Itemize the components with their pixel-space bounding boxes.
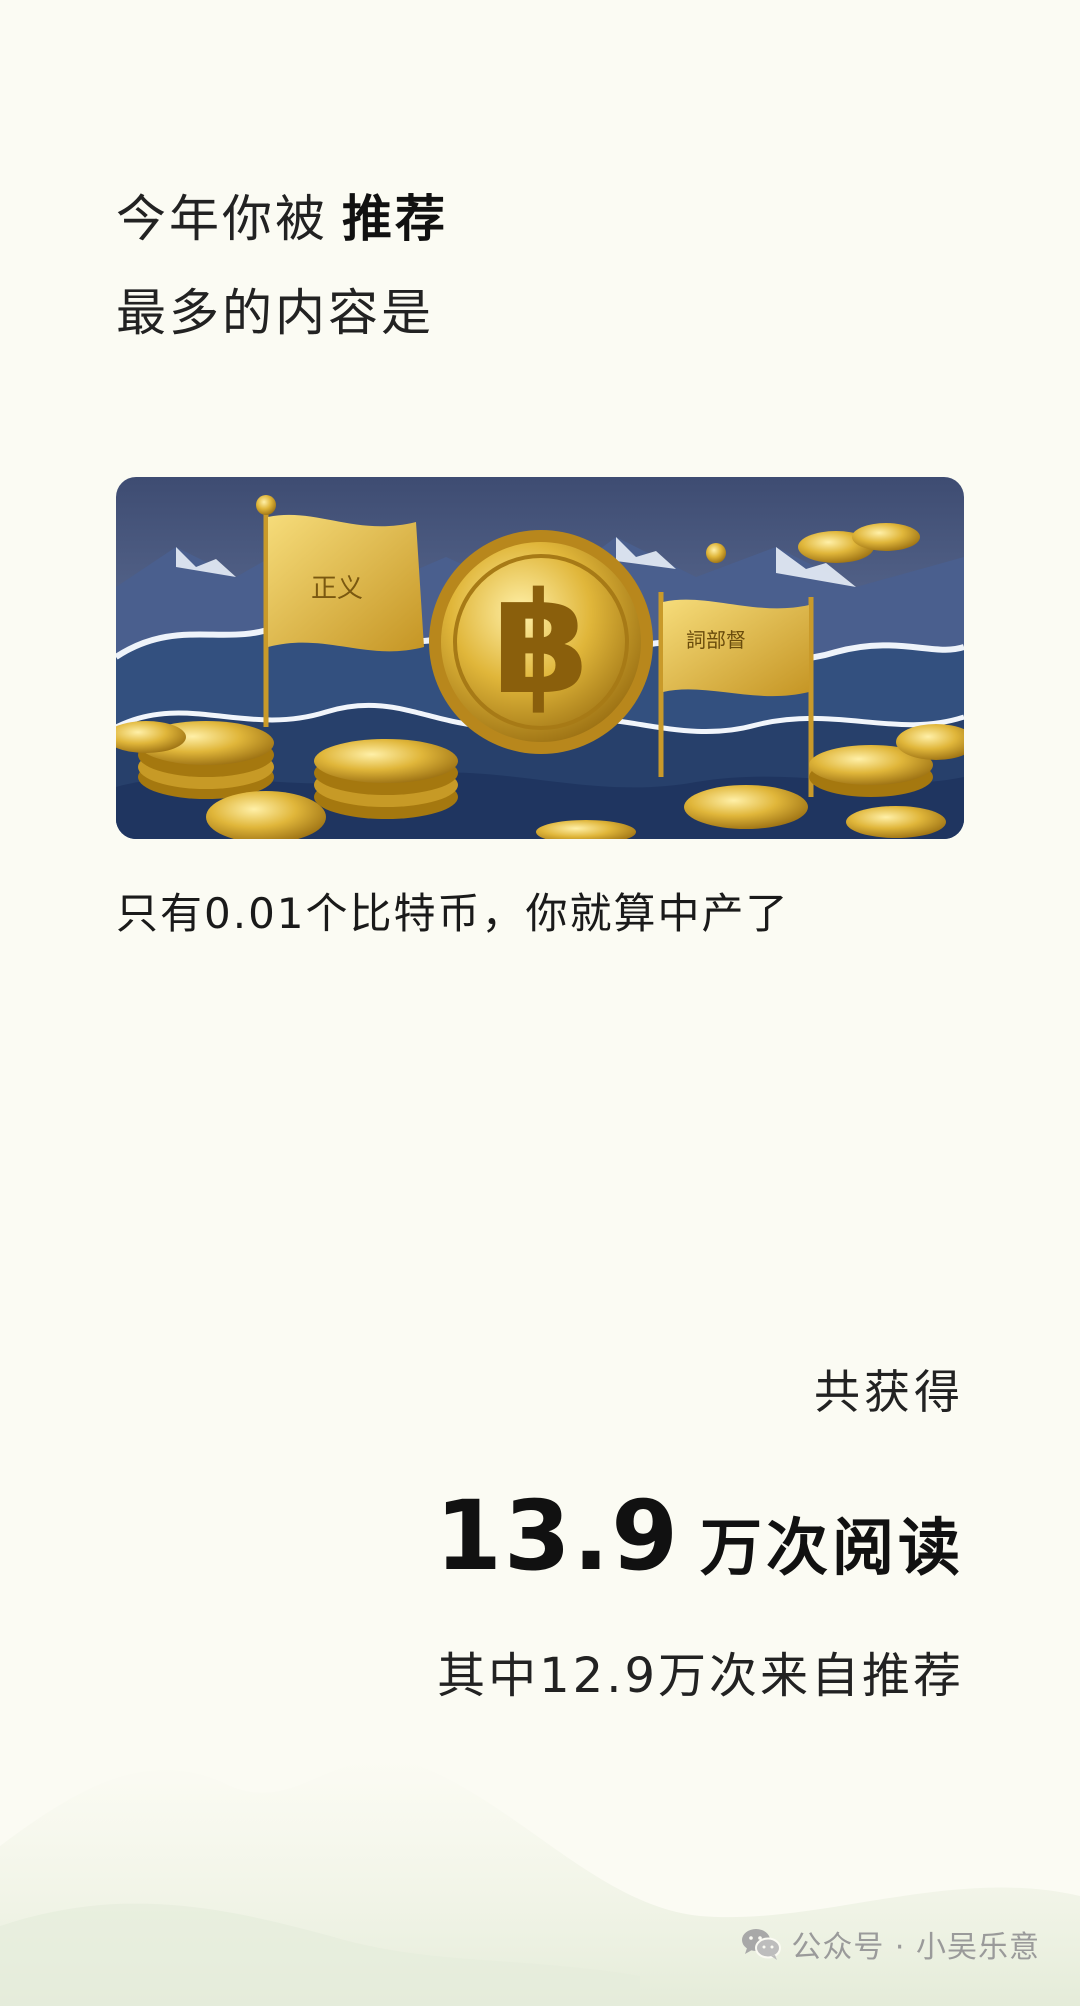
svg-text:正义: 正义 xyxy=(311,574,363,604)
svg-text:詞部督: 詞部督 xyxy=(686,628,746,652)
recommended-reads-text: 其中12.9万次来自推荐 xyxy=(437,1648,964,1704)
watermark-text: 公众号 · 小吴乐意 xyxy=(791,1930,1040,1965)
svg-text:฿: ฿ xyxy=(492,563,589,726)
article-title[interactable]: 只有0.01个比特币，你就算中产了 xyxy=(116,880,790,941)
stats-panel: 共获得 13.9 万次阅读 其中12.9万次来自推荐 xyxy=(435,1356,964,1706)
article-cover-image[interactable]: 正义 詞部督 ฿ xyxy=(116,477,964,839)
headline-emphasis: 推荐 xyxy=(342,190,448,248)
reads-unit: 万次阅读 xyxy=(699,1511,964,1584)
headline: 今年你被 推荐 最多的内容是 xyxy=(116,172,448,360)
stats-label: 共获得 xyxy=(814,1365,964,1419)
stats-reads: 13.9 万次阅读 xyxy=(435,1480,964,1592)
watermark: 公众号 · 小吴乐意 xyxy=(741,1922,1040,1966)
headline-prefix: 今年你被 xyxy=(116,190,328,248)
wechat-icon xyxy=(742,1929,782,1960)
reads-number: 13.9 xyxy=(435,1480,680,1592)
headline-line2: 最多的内容是 xyxy=(116,284,434,342)
